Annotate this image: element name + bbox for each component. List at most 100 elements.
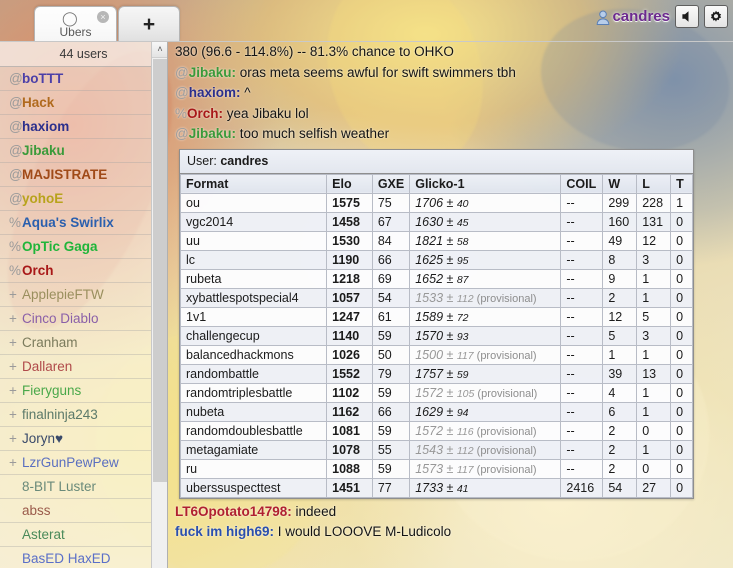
cell-format: rubeta [179, 268, 328, 289]
scroll-up-button[interactable]: ˄ [152, 42, 167, 58]
userlist-scrollbar[interactable]: ˄ [151, 42, 167, 568]
cell-coil: -- [560, 192, 604, 213]
cell-ties: 0 [670, 249, 693, 270]
cell-losses: 0 [636, 458, 672, 479]
userlist-item[interactable]: %Aqua's Swirlix [0, 211, 167, 235]
cell-format: nubeta [179, 401, 328, 422]
userlist-item[interactable]: @yohoE [0, 187, 167, 211]
glicko-deviation: 41 [456, 482, 469, 495]
column-header-gxe[interactable]: GXE [371, 173, 411, 194]
user-rank-symbol: + [9, 407, 17, 422]
message-author[interactable]: Jibaku: [189, 65, 236, 80]
cell-ties: 0 [670, 420, 693, 441]
cell-format: challengecup [179, 325, 328, 346]
cell-glicko: 1500 ± 117 (provisional) [409, 344, 562, 365]
userlist-item[interactable]: + LzrGunPewPew [0, 451, 167, 475]
userlist-item[interactable]: @Hack [0, 91, 167, 115]
user-rank-symbol: + [9, 431, 17, 446]
cell-ties: 0 [670, 477, 693, 498]
new-tab-button[interactable]: + [118, 6, 180, 41]
userlist-item[interactable]: + Fieryguns [0, 379, 167, 403]
cell-coil: -- [560, 439, 604, 460]
userlist-item[interactable]: + ApplepieFTW [0, 283, 167, 307]
cell-glicko: 1757 ± 59 [409, 363, 562, 384]
table-row: randomtriplesbattle 1102 59 1572 ± 105 (pro… [179, 382, 693, 403]
userlist-item[interactable]: abss [0, 499, 167, 523]
userlist-item[interactable]: %Orch [0, 259, 167, 283]
username-button[interactable]: candres [596, 8, 670, 25]
user-rank-symbol: @ [9, 191, 23, 206]
cell-losses: 228 [636, 192, 672, 213]
message-author[interactable]: Jibaku: [189, 126, 236, 141]
cell-coil: -- [560, 230, 604, 251]
column-header-glicko[interactable]: Glicko-1 [409, 173, 562, 194]
userlist-item[interactable]: @haxiom [0, 115, 167, 139]
table-row: metagamiate 1078 55 1543 ± 112 (provisional… [179, 439, 693, 460]
plus-icon: + [142, 13, 156, 36]
cell-losses: 131 [636, 211, 672, 232]
userlist-item[interactable]: + Joryn♥ [0, 427, 167, 451]
column-header-elo[interactable]: Elo [326, 173, 373, 194]
userlist-item[interactable]: 8-BIT Luster [0, 475, 167, 499]
userlist-item[interactable]: %OpTic Gaga [0, 235, 167, 259]
userlist-item[interactable]: @MAJISTRATE [0, 163, 167, 187]
user-rank-symbol: % [9, 263, 22, 278]
cell-glicko: 1706 ± 40 [409, 192, 562, 213]
cell-elo: 1451 [326, 477, 373, 498]
cell-glicko: 1570 ± 93 [409, 325, 562, 346]
message-author[interactable]: LT6Opotato14798: [175, 504, 292, 519]
cell-format: uberssuspecttest [179, 477, 328, 498]
cell-gxe: 67 [371, 211, 411, 232]
userlist-item[interactable]: BasED HaxED [0, 547, 167, 568]
column-header-t[interactable]: T [670, 173, 693, 194]
column-header-w[interactable]: W [602, 173, 638, 194]
cell-ties: 0 [670, 344, 693, 365]
close-icon[interactable]: × [97, 11, 109, 23]
glicko-deviation: 45 [456, 216, 469, 229]
userlist-item[interactable]: + finalninja243 [0, 403, 167, 427]
chat-messages-bottom: LT6Opotato14798: indeed fuck im high69: I… [175, 502, 727, 543]
column-header-l[interactable]: L [636, 173, 672, 194]
column-header-format[interactable]: Format [179, 173, 328, 194]
table-row: balancedhackmons 1026 50 1500 ± 117 (provis… [179, 344, 693, 365]
column-header-coil[interactable]: COIL [560, 173, 604, 194]
table-row: randomdoublesbattle 1081 59 1572 ± 116 (pro… [179, 420, 693, 441]
cell-glicko: 1573 ± 117 (provisional) [409, 458, 562, 479]
cell-losses: 1 [636, 439, 672, 460]
userlist-item[interactable]: + Cranham [0, 331, 167, 355]
message-author[interactable]: haxiom: [189, 85, 241, 100]
glicko-deviation: 40 [456, 197, 469, 210]
cell-elo: 1088 [326, 458, 373, 479]
userlist-item[interactable]: @Jibaku [0, 139, 167, 163]
cell-elo: 1057 [326, 287, 373, 308]
username-label: OpTic Gaga [22, 239, 98, 254]
tab-ubers[interactable]: ◯ Ubers × [34, 6, 117, 41]
cell-wins: 2 [602, 439, 638, 460]
message-rank-symbol: @ [175, 126, 189, 141]
settings-button[interactable] [704, 5, 728, 28]
chat-message: %Orch: yea Jibaku lol [175, 104, 727, 125]
table-row: xybattlespotspecial4 1057 54 1533 ± 112 (pr… [179, 287, 693, 308]
message-author[interactable]: Orch: [187, 106, 223, 121]
cell-glicko: 1625 ± 95 [409, 249, 562, 270]
cell-glicko: 1733 ± 41 [409, 477, 562, 498]
userlist-item[interactable]: Asterat [0, 523, 167, 547]
userlist-item[interactable]: @boTTT [0, 67, 167, 91]
cell-format: vgc2014 [179, 211, 328, 232]
cell-glicko: 1652 ± 87 [409, 268, 562, 289]
cell-elo: 1190 [326, 249, 373, 270]
cell-glicko: 1533 ± 112 (provisional) [409, 287, 562, 308]
username-label: LzrGunPewPew [22, 455, 119, 470]
cell-gxe: 59 [371, 420, 411, 441]
userlist-item[interactable]: + Dallaren [0, 355, 167, 379]
table-row: randombattle 1552 79 1757 ± 59 -- 39 13 0 [179, 363, 693, 384]
table-row: rubeta 1218 69 1652 ± 87 -- 9 1 0 [179, 268, 693, 289]
scrollbar-thumb[interactable] [153, 59, 167, 482]
cell-losses: 12 [636, 230, 672, 251]
message-rank-symbol: @ [175, 64, 189, 80]
sound-button[interactable] [675, 5, 699, 28]
message-author[interactable]: fuck im high69: [175, 524, 274, 539]
cell-losses: 1 [636, 401, 672, 422]
username-label: candres [612, 8, 670, 25]
userlist-item[interactable]: + Cinco Diablo [0, 307, 167, 331]
